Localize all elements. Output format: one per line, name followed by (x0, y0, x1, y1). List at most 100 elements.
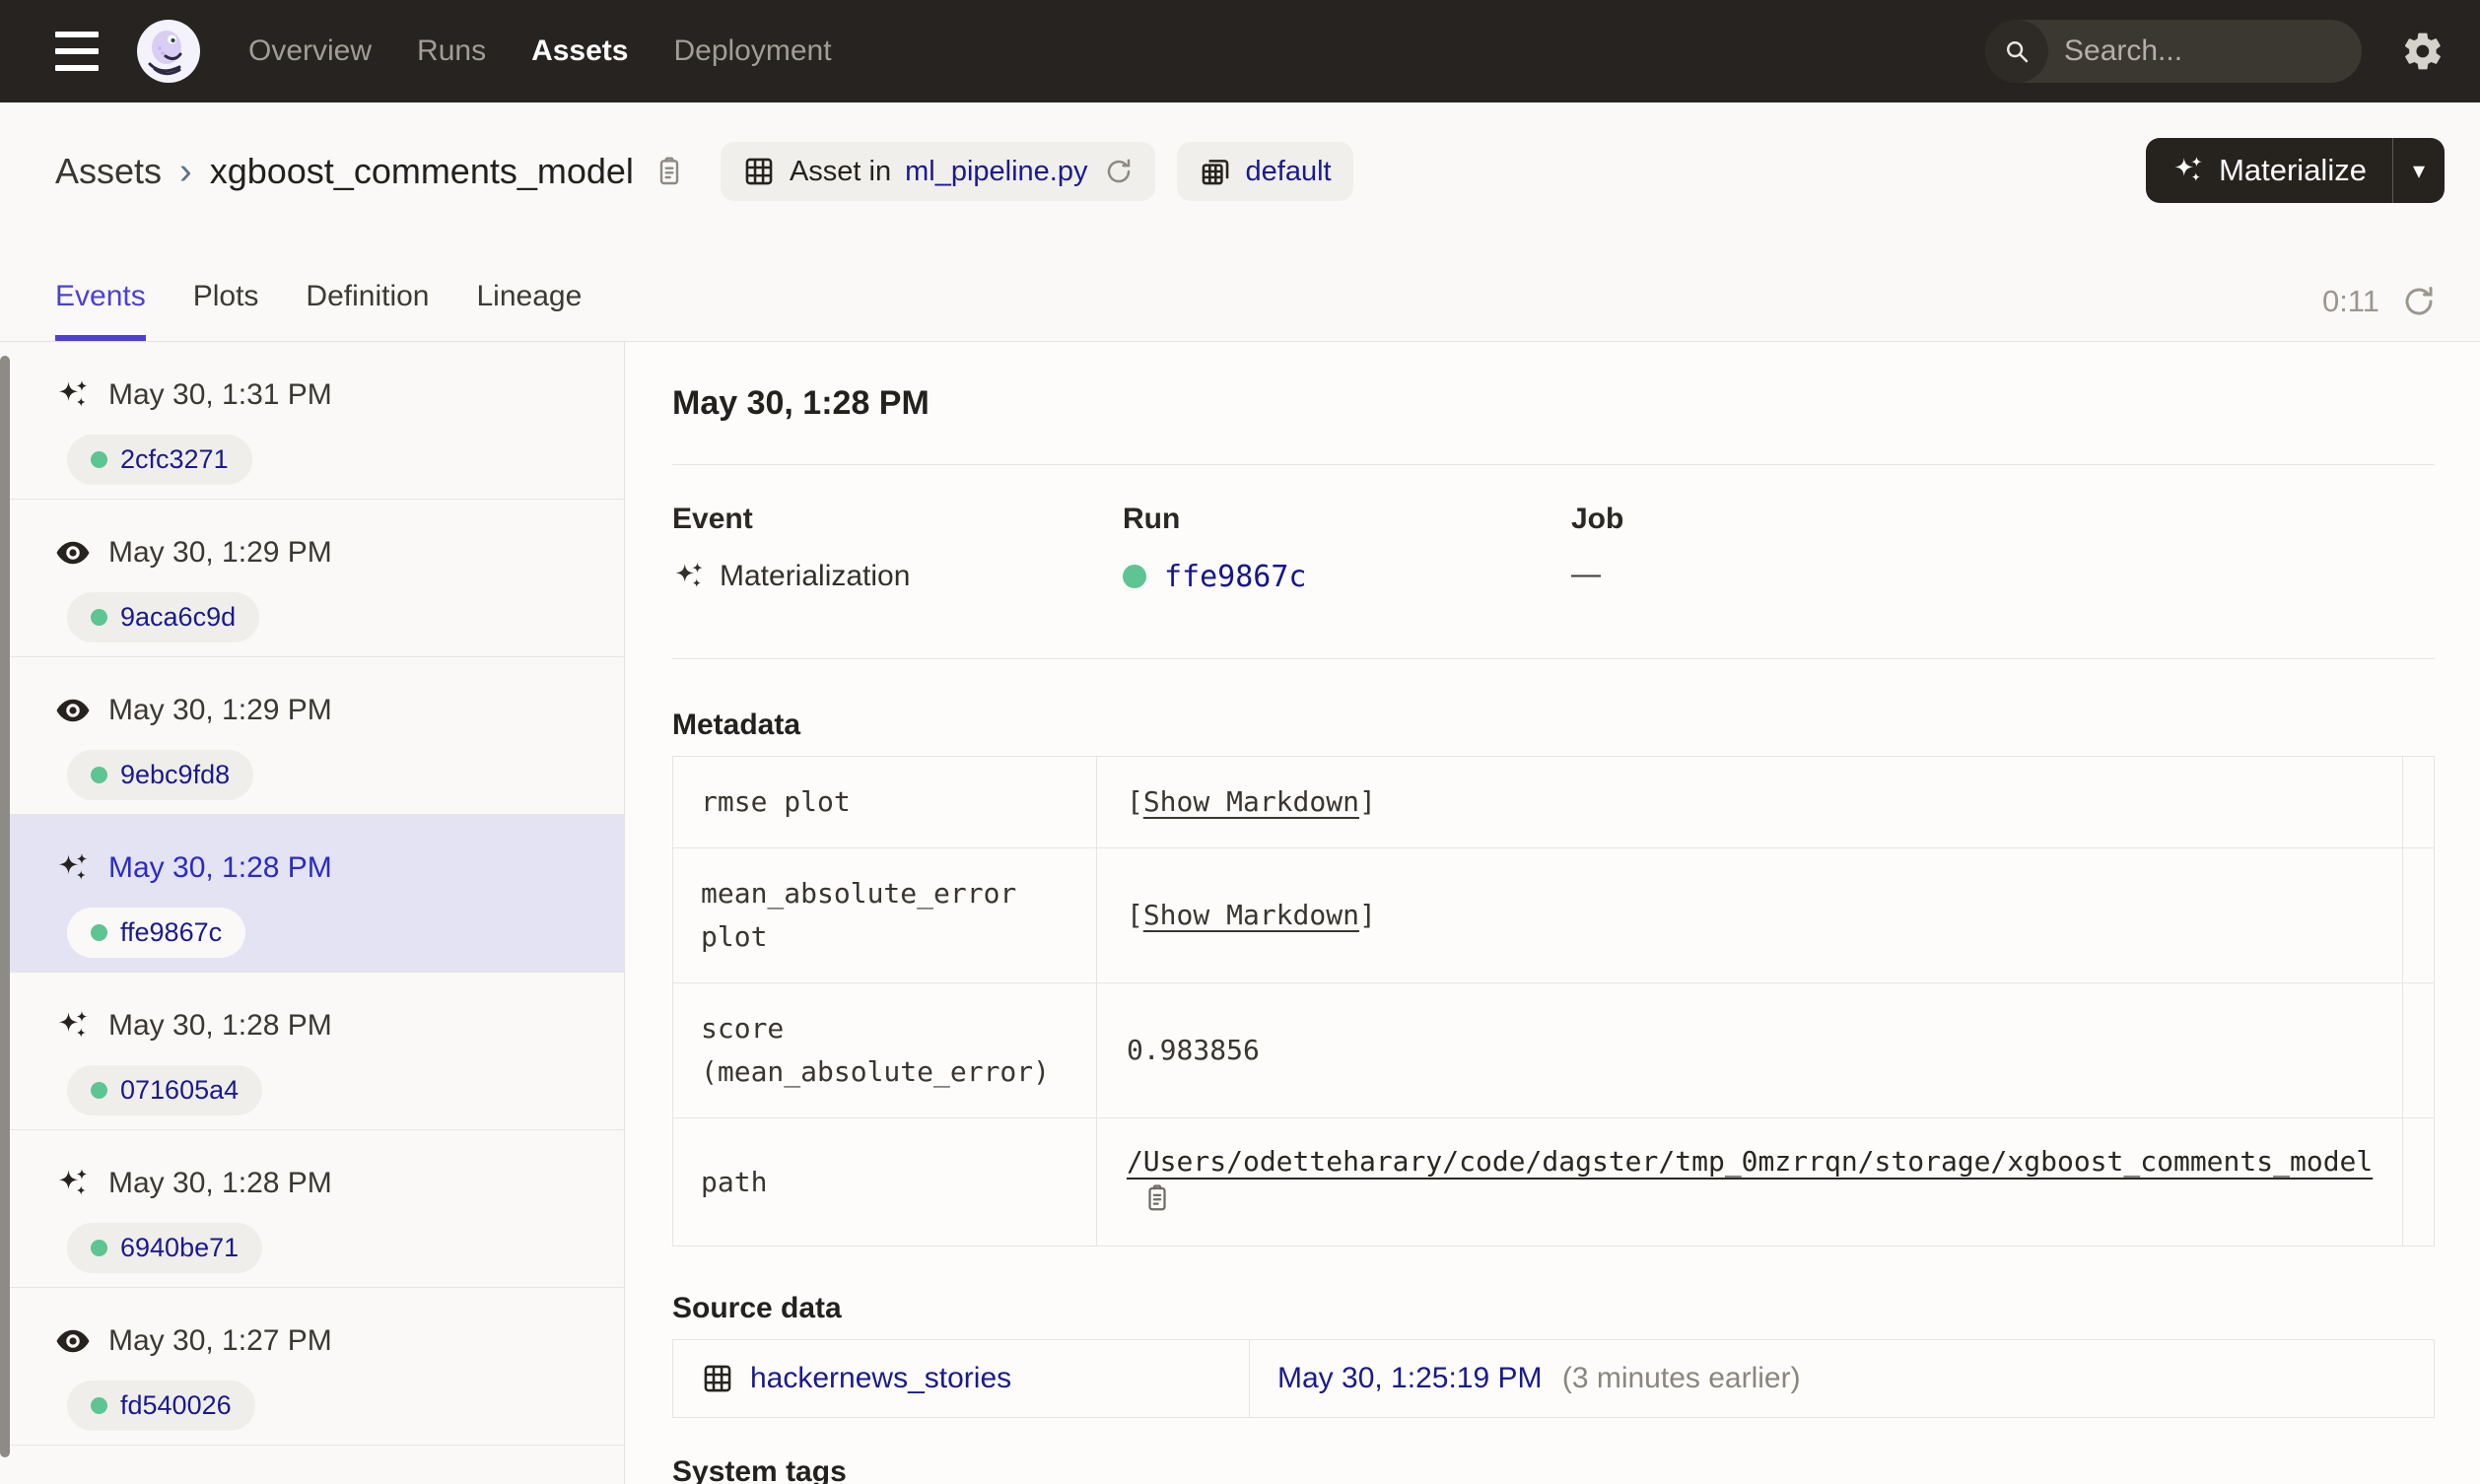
run-id-link: 071605a4 (120, 1075, 240, 1105)
bracket: [ (1126, 899, 1143, 931)
table-row: mean_absolute_error plot [Show Markdown] (672, 847, 2435, 983)
code-location-prefix: Asset in (789, 155, 892, 187)
run-status-dot (91, 1397, 107, 1414)
materialize-dropdown-caret[interactable]: ▾ (2393, 157, 2445, 185)
settings-gear-icon[interactable] (2401, 30, 2445, 73)
source-timestamp-link[interactable]: May 30, 1:25:19 PM (1277, 1362, 1542, 1394)
event-timestamp: May 30, 1:29 PM (108, 536, 332, 569)
run-id-pill[interactable]: 9ebc9fd8 (67, 750, 254, 800)
run-status-dot (91, 767, 107, 783)
code-location-badge[interactable]: Asset in ml_pipeline.py (720, 142, 1155, 201)
breadcrumb-chevron-icon: › (179, 150, 192, 192)
nav-item-runs[interactable]: Runs (417, 34, 486, 68)
materialize-button[interactable]: Materialize (2146, 153, 2392, 188)
event-list-item[interactable]: May 30, 1:31 PM 2cfc3271 (0, 342, 624, 500)
eye-icon (55, 1323, 91, 1359)
asset-group-badge[interactable]: default (1176, 142, 1353, 201)
table-row: score (mean_absolute_error) 0.983856 (672, 982, 2435, 1118)
reload-code-location-icon[interactable] (1104, 157, 1134, 186)
table-row: rmse plot [Show Markdown] (672, 756, 2435, 848)
run-status-dot (91, 609, 107, 626)
eye-icon (55, 535, 91, 571)
source-asset-link[interactable]: hackernews_stories (701, 1362, 1221, 1395)
event-list-item[interactable]: May 30, 1:28 PM 6940be71 (0, 1130, 624, 1288)
refresh-timer: 0:11 (2322, 284, 2437, 319)
table-row: path/Users/odetteharary/code/dagster/tmp… (672, 1117, 2435, 1247)
bracket: [ (1126, 785, 1143, 818)
metadata-key: mean_absolute_error plot (672, 847, 1097, 983)
nav-item-deployment[interactable]: Deployment (673, 34, 831, 68)
nav-item-assets[interactable]: Assets (531, 34, 628, 68)
breadcrumb-assets-link[interactable]: Assets (55, 151, 162, 192)
hamburger-menu-icon[interactable] (55, 32, 106, 71)
path-link[interactable]: /Users/odetteharary/code/dagster/tmp_0mz… (1127, 1145, 2373, 1178)
event-timestamp: May 30, 1:27 PM (108, 1324, 332, 1357)
grid-icon (745, 158, 773, 185)
job-value: — (1571, 558, 1601, 590)
search-input[interactable] (2048, 34, 2362, 68)
run-id-link[interactable]: ffe9867c (1164, 560, 1307, 594)
run-id-pill[interactable]: 6940be71 (67, 1223, 263, 1273)
nav-item-overview[interactable]: Overview (248, 34, 372, 68)
run-id-pill[interactable]: 9aca6c9d (67, 592, 260, 642)
eye-icon (55, 693, 91, 728)
run-id-pill[interactable]: ffe9867c (67, 908, 246, 958)
asset-group-icon (1202, 160, 1228, 185)
event-timestamp: May 30, 1:29 PM (108, 694, 332, 726)
asset-group-link[interactable]: default (1246, 156, 1332, 188)
run-id-link: fd540026 (120, 1390, 232, 1420)
show-markdown-link[interactable]: Show Markdown (1143, 785, 1359, 818)
event-timestamp: May 30, 1:28 PM (108, 851, 332, 884)
top-navigation-bar: Overview Runs Assets Deployment / (0, 0, 2480, 102)
run-status-dot (91, 924, 107, 941)
event-timestamp: May 30, 1:31 PM (108, 378, 332, 411)
tab-definition[interactable]: Definition (306, 280, 429, 341)
tab-lineage[interactable]: Lineage (477, 280, 583, 341)
run-column-label: Run (1123, 503, 1181, 535)
event-list-item[interactable]: May 30, 1:29 PM 9ebc9fd8 (0, 657, 624, 815)
run-id-pill[interactable]: 071605a4 (67, 1065, 263, 1115)
source-relative-time: (3 minutes earlier) (1561, 1362, 1801, 1394)
run-value: ffe9867c (1123, 558, 1571, 595)
source-asset-name: hackernews_stories (750, 1362, 1012, 1394)
grid-icon (701, 1362, 734, 1395)
sparkles-icon (55, 1166, 91, 1201)
dagster-logo[interactable] (136, 19, 201, 84)
source-data-heading: Source data (672, 1292, 842, 1324)
tab-plots[interactable]: Plots (193, 280, 259, 341)
sidebar-scrollbar[interactable] (0, 356, 10, 1457)
refresh-icon[interactable] (2401, 284, 2437, 319)
event-type-label: Materialization (720, 560, 911, 592)
event-list-item[interactable]: May 30, 1:29 PM 9aca6c9d (0, 500, 624, 657)
event-list-item[interactable]: May 30, 1:28 PM 071605a4 (0, 973, 624, 1130)
metadata-key: score (mean_absolute_error) (672, 982, 1097, 1118)
event-detail-panel: May 30, 1:28 PM Event Run Job Materializ… (625, 342, 2480, 1484)
run-status-dot (91, 451, 107, 468)
copy-path-icon[interactable] (1142, 1181, 1172, 1215)
job-column-label: Job (1571, 503, 1624, 535)
run-id-link: 9ebc9fd8 (120, 760, 231, 789)
run-id-pill[interactable]: fd540026 (67, 1381, 255, 1431)
sparkles-icon (675, 562, 703, 588)
search-box[interactable]: / (1985, 20, 2362, 83)
event-type: Materialization (672, 558, 1123, 595)
page-title: xgboost_comments_model (209, 151, 634, 191)
bracket: ] (1358, 899, 1376, 931)
show-markdown-link[interactable]: Show Markdown (1143, 899, 1359, 931)
code-location-link[interactable]: ml_pipeline.py (905, 156, 1087, 188)
copy-asset-name-icon[interactable] (654, 154, 685, 189)
system-tags-heading: System tags (672, 1455, 847, 1484)
run-status-dot (1123, 565, 1146, 588)
source-timestamp: May 30, 1:25:19 PM (3 minutes earlier) (1277, 1362, 1801, 1394)
bracket: ] (1358, 785, 1376, 818)
nav-links: Overview Runs Assets Deployment (248, 34, 832, 68)
event-list: May 30, 1:31 PM 2cfc3271 May 30, 1:29 PM 9a… (0, 342, 624, 1446)
metadata-key: rmse plot (672, 756, 1097, 848)
event-list-item[interactable]: May 30, 1:27 PM fd540026 (0, 1288, 624, 1446)
tab-events[interactable]: Events (55, 280, 146, 341)
run-id-link: 2cfc3271 (120, 444, 229, 474)
run-id-pill[interactable]: 2cfc3271 (67, 435, 252, 485)
event-list-item[interactable]: May 30, 1:28 PM ffe9867c (0, 815, 624, 973)
table-row: hackernews_stories May 30, 1:25:19 PM (3… (672, 1339, 2435, 1418)
event-timestamp: May 30, 1:28 PM (108, 1167, 332, 1199)
